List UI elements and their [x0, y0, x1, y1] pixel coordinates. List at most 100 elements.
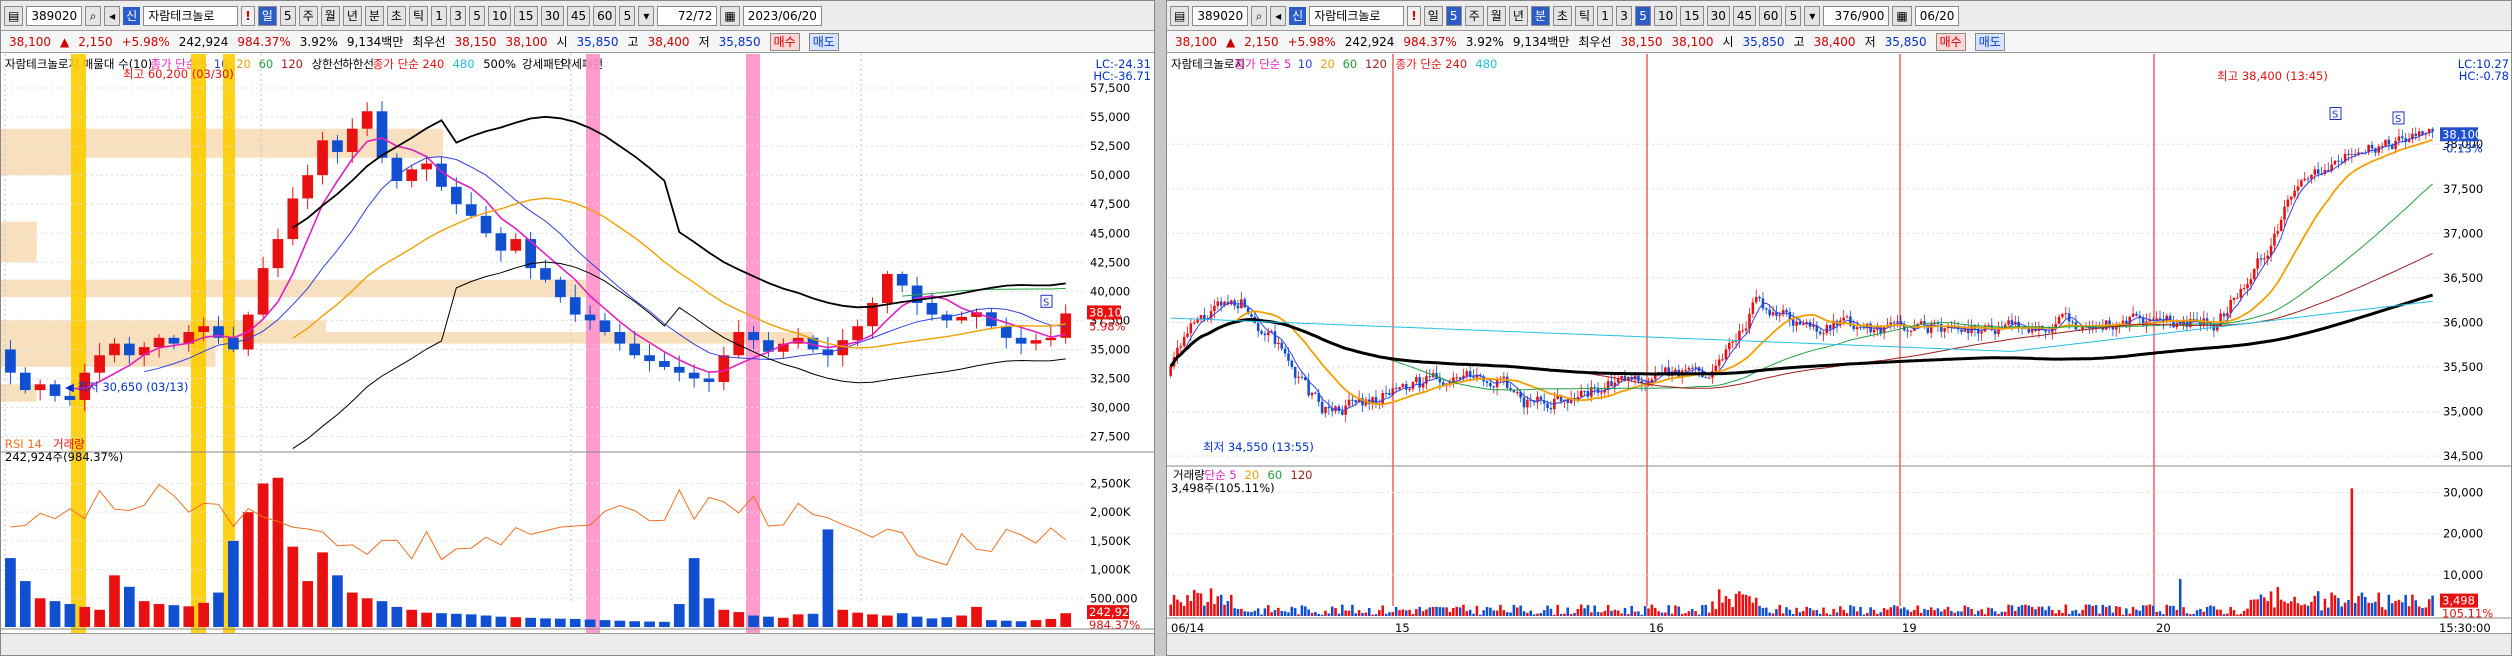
interval-45[interactable]: 45	[566, 5, 591, 26]
stock-code-input[interactable]: 389020	[26, 5, 83, 26]
low-price: 35,850	[1884, 34, 1927, 49]
date-field[interactable]: 2023/06/20	[742, 5, 822, 26]
count-field[interactable]: 376/900	[1823, 5, 1890, 26]
interval-5[interactable]: 5	[1635, 5, 1652, 26]
sub-legend-1: 단순 5	[1205, 468, 1237, 482]
menu-icon[interactable]: ▤	[1170, 5, 1190, 26]
volume-bar	[1956, 611, 1960, 616]
dropdown-icon[interactable]: ▾	[1804, 5, 1821, 26]
right-chart-svg[interactable]: 자람테크놀로지종가 단순 5 10 20 60 120 종가 단순 240 480 LC:10…	[1167, 54, 2511, 634]
candle-body	[1452, 377, 1455, 382]
interval-1[interactable]: 1	[1597, 5, 1614, 26]
interval-n[interactable]: 5	[619, 5, 636, 26]
candle-body	[1415, 377, 1418, 382]
volume-bar	[346, 592, 358, 627]
period-month[interactable]: 월	[1486, 5, 1506, 26]
candle-body	[1714, 365, 1718, 372]
period-tick[interactable]: 틱	[408, 5, 429, 26]
volume-bar	[1653, 607, 1657, 616]
sell-button[interactable]: 매도	[1974, 32, 2005, 51]
volume-bar	[1015, 621, 1027, 627]
volume-bar	[2380, 607, 2384, 616]
volume-bar	[1953, 612, 1957, 616]
interval-15[interactable]: 15	[514, 5, 538, 26]
calendar-icon[interactable]: ▦	[720, 5, 740, 26]
interval-n[interactable]: 5	[1785, 5, 1802, 26]
volume-bar	[540, 618, 551, 627]
sell-button[interactable]: 매도	[808, 32, 839, 51]
interval-60[interactable]: 60	[593, 5, 617, 26]
interval-30[interactable]: 30	[1706, 5, 1730, 26]
period-n[interactable]: 5	[279, 5, 296, 26]
buy-button[interactable]: 매수	[769, 32, 800, 51]
candle-body	[1579, 390, 1583, 397]
stock-name[interactable]: 자람테크놀로	[1309, 5, 1405, 26]
period-week[interactable]: 주	[298, 5, 318, 26]
alert-icon[interactable]: !	[241, 5, 255, 26]
period-year[interactable]: 년	[342, 5, 362, 26]
calendar-icon[interactable]: ▦	[1892, 5, 1912, 26]
period-second[interactable]: 초	[1552, 5, 1572, 26]
left-bottom-bar	[1, 633, 1154, 655]
period-day[interactable]: 일	[1423, 5, 1443, 26]
candle-body	[1502, 376, 1506, 379]
volume-bar	[2219, 609, 2222, 616]
candle-body	[1300, 376, 1304, 378]
legend-item-11: 강세패턴	[522, 57, 564, 71]
interval-3[interactable]: 3	[450, 5, 467, 26]
period-day[interactable]: 일	[257, 5, 277, 26]
interval-15[interactable]: 15	[1680, 5, 1704, 26]
dropdown-icon[interactable]: ▾	[638, 5, 655, 26]
candle-body	[1919, 321, 1923, 325]
rsi-line	[10, 483, 1067, 566]
candle-body	[495, 233, 507, 251]
volume-bar	[1169, 604, 1172, 616]
volume-bar	[1243, 611, 1246, 616]
period-minute[interactable]: 분	[1530, 5, 1550, 26]
period-year[interactable]: 년	[1508, 5, 1528, 26]
search-icon[interactable]: ⌕	[1251, 5, 1268, 26]
volume-bar	[2360, 592, 2364, 616]
volume-bar	[1462, 604, 1465, 616]
volume-bar	[1734, 593, 1738, 616]
candle-body	[1892, 322, 1896, 324]
interval-1[interactable]: 1	[431, 5, 448, 26]
interval-3[interactable]: 3	[1616, 5, 1633, 26]
volume-bar	[1680, 613, 1684, 616]
volume-bar	[1674, 605, 1677, 616]
prev-stock-icon[interactable]: ◂	[104, 5, 121, 26]
candle-body	[480, 215, 492, 234]
period-week[interactable]: 주	[1464, 5, 1484, 26]
period-minute[interactable]: 분	[364, 5, 384, 26]
alert-icon[interactable]: !	[1407, 5, 1421, 26]
interval-10[interactable]: 10	[488, 5, 512, 26]
change-pct: +5.98%	[1287, 34, 1336, 49]
interval-60[interactable]: 60	[1759, 5, 1783, 26]
menu-icon[interactable]: ▤	[4, 5, 24, 26]
volume-bar	[1246, 611, 1250, 616]
period-tick[interactable]: 틱	[1574, 5, 1595, 26]
high-price: 38,400	[1813, 34, 1856, 49]
price-tick-7: 34,500	[2443, 449, 2483, 463]
volume-bar	[198, 602, 210, 627]
buy-button[interactable]: 매수	[1935, 32, 1966, 51]
date-field[interactable]: 06/20	[1914, 5, 1960, 26]
period-second[interactable]: 초	[386, 5, 406, 26]
period-month[interactable]: 월	[320, 5, 340, 26]
search-icon[interactable]: ⌕	[85, 5, 102, 26]
volume-bar	[1354, 613, 1358, 616]
stock-name[interactable]: 자람테크놀로	[143, 5, 239, 26]
left-chart-svg[interactable]: 자람테크놀로지 매물대 수(10)종가 단순 5 10 20 60 120 상한선하한선종…	[1, 54, 1154, 634]
volume-bar	[64, 604, 76, 627]
interval-10[interactable]: 10	[1654, 5, 1678, 26]
period-n[interactable]: 5	[1445, 5, 1462, 26]
stock-code-input[interactable]: 389020	[1192, 5, 1249, 26]
volume-bar	[1549, 608, 1553, 616]
interval-45[interactable]: 45	[1732, 5, 1757, 26]
interval-30[interactable]: 30	[540, 5, 564, 26]
volume-bar	[79, 606, 91, 627]
prev-stock-icon[interactable]: ◂	[1270, 5, 1287, 26]
interval-5[interactable]: 5	[469, 5, 486, 26]
volume-bar	[1505, 612, 1509, 616]
count-field[interactable]: 72/72	[657, 5, 718, 26]
